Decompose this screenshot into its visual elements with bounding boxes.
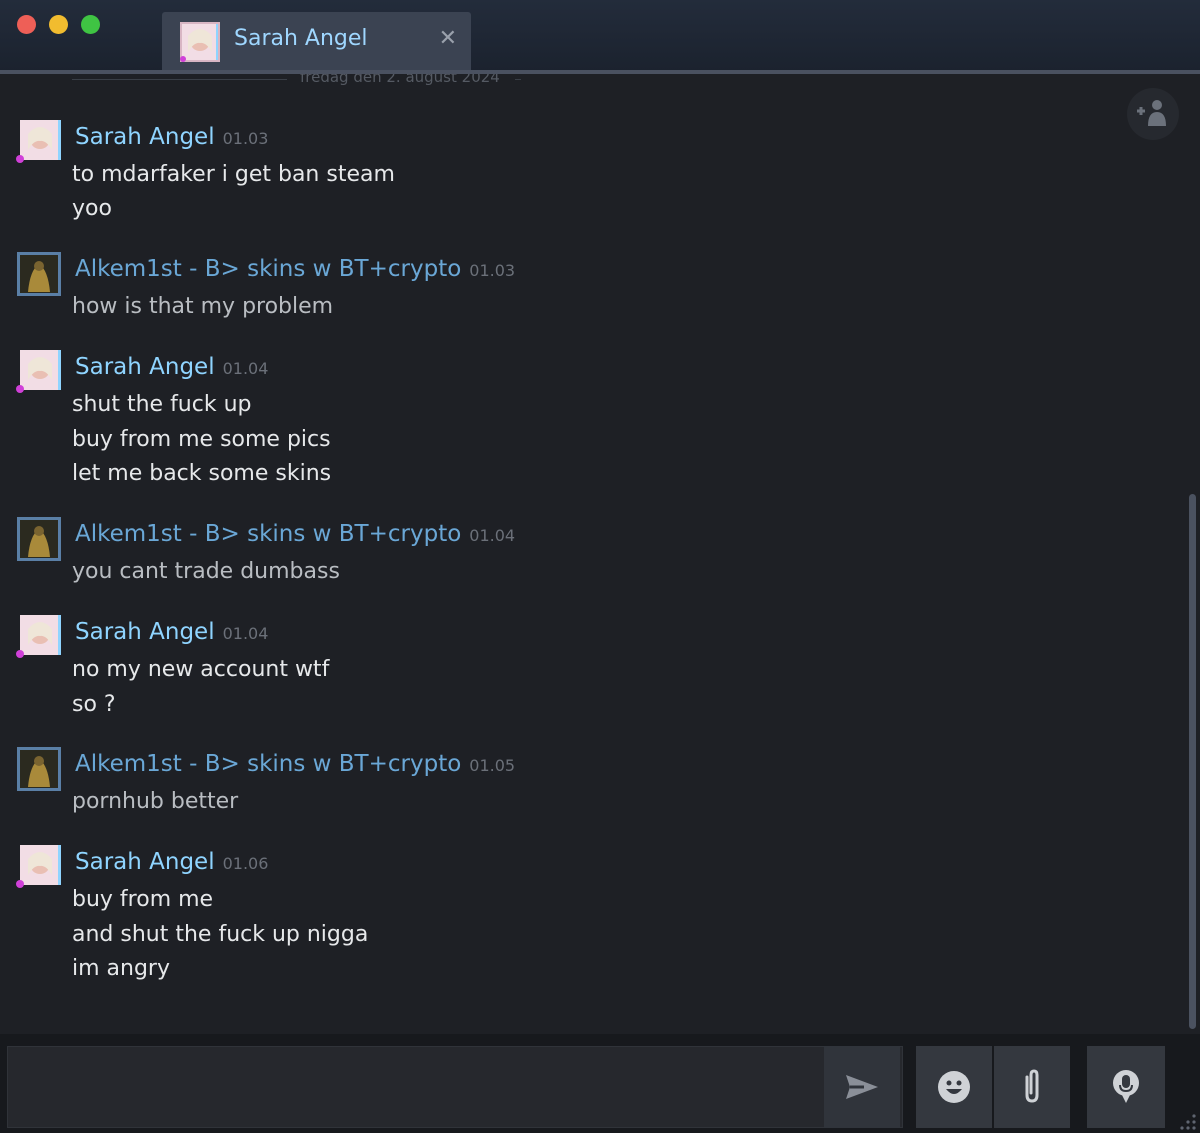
message-text: and shut the fuck up nigga	[72, 922, 369, 947]
message-text: you cant trade dumbass	[72, 559, 340, 584]
sender-row: Alkem1st - B> skins w BT+crypto 01.03	[75, 256, 515, 282]
chat-tab-sarah-angel[interactable]: Sarah Angel ✕	[162, 12, 471, 72]
sarah-avatar-icon[interactable]	[16, 350, 62, 394]
message-text: buy from me some pics	[72, 427, 331, 452]
tab-title: Sarah Angel	[234, 26, 368, 51]
alkem-avatar-icon[interactable]	[16, 747, 62, 791]
sender-name[interactable]: Alkem1st - B> skins w BT+crypto	[75, 521, 461, 547]
minimize-window-button[interactable]	[49, 15, 68, 34]
timestamp: 01.03	[469, 261, 516, 280]
message-text: so ?	[72, 692, 116, 717]
timestamp: 01.03	[222, 129, 269, 148]
sender-name[interactable]: Sarah Angel	[75, 354, 215, 380]
microphone-icon	[1113, 1070, 1139, 1103]
sender-row: Sarah Angel 01.06	[75, 849, 268, 875]
date-divider: fredag den 2. august 2024	[300, 74, 500, 86]
message-text: yoo	[72, 196, 112, 221]
resize-grip-icon[interactable]	[1176, 1110, 1198, 1132]
sarah-avatar-icon[interactable]	[16, 845, 62, 889]
message-text: to mdarfaker i get ban steam	[72, 162, 395, 187]
zoom-window-button[interactable]	[81, 15, 100, 34]
timestamp: 01.04	[469, 526, 516, 545]
alkem-avatar-icon[interactable]	[16, 252, 62, 296]
sender-row: Sarah Angel 01.04	[75, 354, 268, 380]
sarah-avatar-icon[interactable]	[16, 615, 62, 659]
sender-name[interactable]: Alkem1st - B> skins w BT+crypto	[75, 256, 461, 282]
sarah-avatar-icon[interactable]	[16, 120, 62, 164]
message-text: pornhub better	[72, 789, 239, 814]
send-button[interactable]	[824, 1046, 900, 1128]
send-arrow-icon	[846, 1075, 878, 1099]
sender-name[interactable]: Sarah Angel	[75, 619, 215, 645]
message-text: shut the fuck up	[72, 392, 252, 417]
close-window-button[interactable]	[17, 15, 36, 34]
timestamp: 01.04	[222, 359, 269, 378]
date-divider-line	[515, 79, 521, 80]
sender-name[interactable]: Sarah Angel	[75, 849, 215, 875]
message-input[interactable]	[7, 1046, 903, 1128]
alkem-avatar-icon[interactable]	[16, 517, 62, 561]
add-friend-icon	[1137, 100, 1166, 126]
title-bar: Sarah Angel ✕	[0, 0, 1200, 74]
emoji-button[interactable]	[916, 1046, 992, 1128]
sender-name[interactable]: Alkem1st - B> skins w BT+crypto	[75, 751, 461, 777]
sender-row: Alkem1st - B> skins w BT+crypto 01.04	[75, 521, 515, 547]
sender-name[interactable]: Sarah Angel	[75, 124, 215, 150]
message-text: buy from me	[72, 887, 214, 912]
sender-row: Sarah Angel 01.04	[75, 619, 268, 645]
voice-chat-button[interactable]	[1087, 1046, 1165, 1128]
timestamp: 01.04	[222, 624, 269, 643]
close-tab-icon[interactable]: ✕	[439, 26, 457, 51]
timestamp: 01.06	[222, 854, 269, 873]
date-divider-line	[72, 79, 287, 80]
chat-history[interactable]: fredag den 2. august 2024 Sarah Angel 01.…	[0, 74, 1200, 1034]
sender-row: Alkem1st - B> skins w BT+crypto 01.05	[75, 751, 515, 777]
message-text: let me back some skins	[72, 461, 332, 486]
attach-button[interactable]	[994, 1046, 1070, 1128]
invite-friend-button[interactable]	[1127, 88, 1179, 140]
chat-scrollbar[interactable]	[1189, 494, 1196, 1029]
sarah-avatar-icon	[180, 22, 220, 62]
message-text: no my new account wtf	[72, 657, 330, 682]
composer-bar	[0, 1034, 1200, 1133]
timestamp: 01.05	[469, 756, 516, 775]
message-text: im angry	[72, 956, 170, 981]
paperclip-icon	[1025, 1069, 1039, 1103]
message-text: how is that my problem	[72, 294, 334, 319]
emoji-icon	[938, 1071, 970, 1103]
sender-row: Sarah Angel 01.03	[75, 124, 268, 150]
